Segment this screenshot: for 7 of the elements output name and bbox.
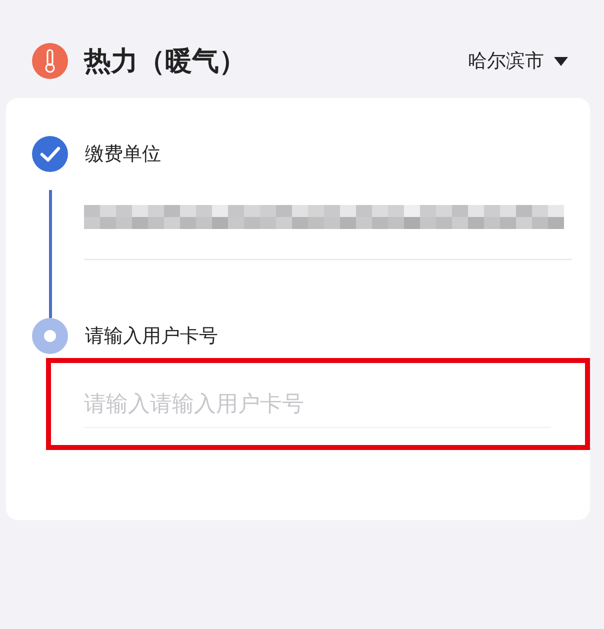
- caret-icon: [554, 56, 568, 66]
- card-number-input[interactable]: 请输入请输入用户卡号: [46, 358, 590, 450]
- thermometer-icon: [32, 43, 68, 79]
- city-selector[interactable]: 哈尔滨市: [468, 48, 568, 74]
- page-title: 热力（暖气）: [84, 45, 247, 79]
- step-label: 缴费单位: [85, 142, 161, 167]
- step-label: 请输入用户卡号: [85, 324, 218, 349]
